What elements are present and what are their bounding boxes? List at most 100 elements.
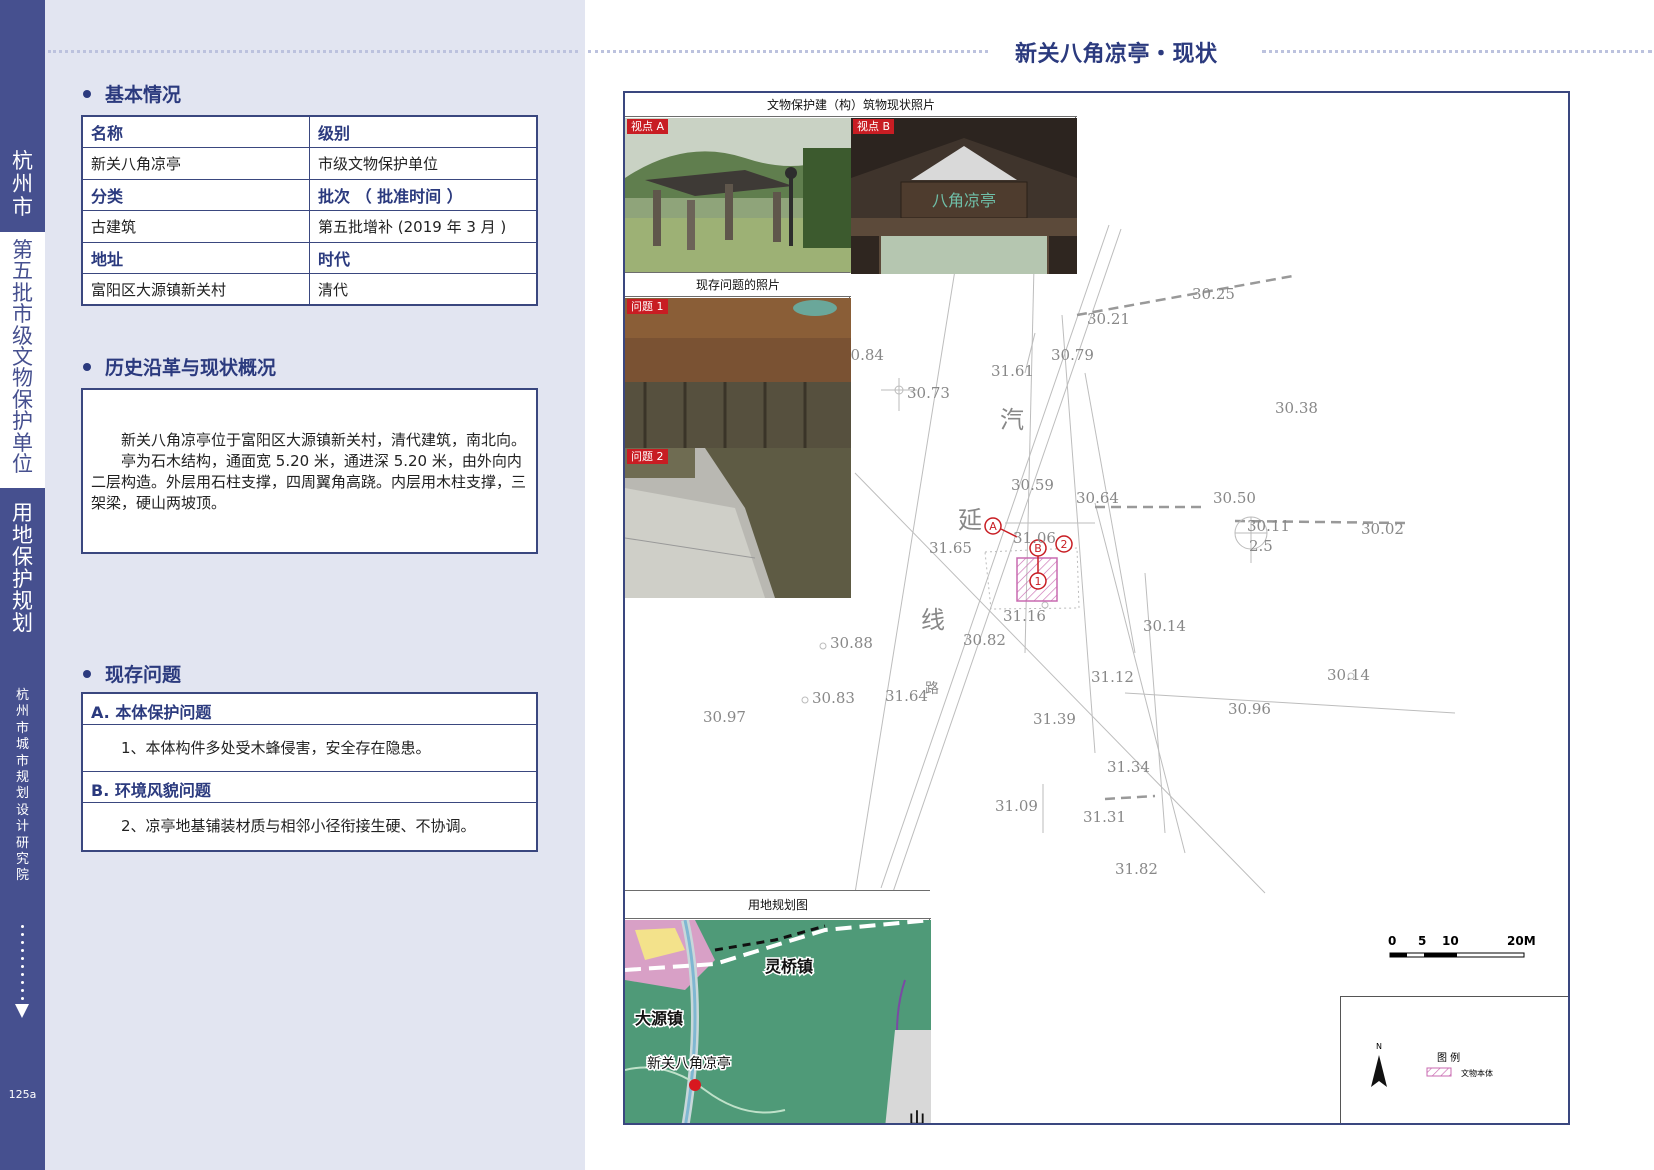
section-history-title: 历史沿革与现状概况 [105,357,277,379]
tag-view-a: 视点 A [627,119,669,134]
strip-category: 第五批市级文物保护单位 [0,232,45,488]
page-number: 125a [8,1088,37,1101]
info-row: 地址 时代 [81,241,538,274]
issue-b-title: B. 环境风貌问题 [83,772,536,803]
page-title: 新关八角凉亭・现状 [1015,42,1218,67]
north-arrow-icon [1371,1055,1387,1087]
elevation-label: 31.65 [929,539,972,557]
info-label: 分类 [81,178,310,211]
info-row: 分类 批次 （ 批准时间 ） [81,178,538,211]
elevation-label: 31.39 [1033,710,1076,728]
elevation-label: 31.12 [1091,668,1134,686]
status-photos-caption: 文物保护建（构）筑物现状照片 [625,93,1077,117]
photo-view-b: 八角凉亭 [851,118,1077,274]
scale-label-5: 5 [1418,934,1426,948]
down-arrow-icon [15,1004,29,1018]
legend-hatch-swatch [1426,1067,1452,1077]
info-label: 批次 （ 批准时间 ） [309,178,538,211]
landuse-site-label: 新关八角凉亭 [647,1055,731,1072]
scale-label-0: 0 [1388,934,1396,948]
strip-plan: 用地保护规划 [12,501,33,635]
scale-label-20: 20M [1507,934,1536,948]
legend-box: N 图 例 文物本体 [1340,996,1568,1123]
marker-1: 1 [1035,575,1042,588]
landuse-corner-label: 山 [909,1109,925,1125]
landuse-town-2: 大源镇 [635,1009,683,1028]
elevation-label: 30.14 [1327,666,1370,684]
elevation-label: 30.25 [1192,285,1235,303]
marker-2: 2 [1061,538,1068,551]
elevation-label: 31.82 [1115,860,1158,878]
info-value: 清代 [309,273,538,306]
road-char-2: 延 [958,506,982,534]
divider-dots [48,50,578,53]
elevation-label: 2.5 [1249,537,1273,555]
photo-problem-2 [625,448,851,598]
elevation-label: 30.64 [1076,489,1119,507]
bullet-icon [83,89,91,98]
info-value: 第五批增补 (2019 年 3 月 ) [309,210,538,243]
north-label: N [1376,1042,1382,1051]
road-char-1: 汽 [1000,406,1024,434]
info-label: 级别 [309,115,538,148]
divider-dots [1262,50,1652,53]
road-char-3: 线 [921,606,945,634]
section-issues: 现存问题 [83,660,181,687]
tag-view-b: 视点 B [853,119,895,134]
status-photos-box: 文物保护建（构）筑物现状照片 视点 A 八角凉亭 视点 B [625,93,1077,274]
landuse-map: 灵桥镇 大源镇 新关八角凉亭 山 [625,920,931,1125]
elevation-label: 30.88 [830,634,873,652]
divider-dots [588,50,988,53]
problem-photos-box: 现存问题的照片 问题 1 问题 2 [625,272,851,598]
elevation-label: 30.38 [1275,399,1318,417]
info-value: 富阳区大源镇新关村 [81,273,310,306]
info-row: 新关八角凉亭 市级文物保护单位 [81,147,538,180]
elevation-label: 31.16 [1003,607,1046,625]
map-dashed-lines [1076,274,1406,801]
issue-a-text: 1、本体构件多处受木蜂侵害，安全存在隐患。 [83,725,536,772]
survey-map-frame: A B 1 2 汽 延 线 路 30.8230.2530.2130.8431.6… [623,91,1570,1125]
history-box: 新关八角凉亭位于富阳区大源镇新关村，清代建筑，南北向。 亭为石木结构，通面宽 5… [81,388,538,554]
photo-problem-1 [625,298,851,448]
info-row: 富阳区大源镇新关村 清代 [81,273,538,306]
info-value: 古建筑 [81,210,310,243]
scale-bar [1389,952,1525,958]
landuse-box: 用地规划图 灵桥镇 大源镇 新关八角凉亭 山 [625,890,931,1125]
history-para-1: 新关八角凉亭位于富阳区大源镇新关村，清代建筑，南北向。 [121,431,527,449]
section-issues-title: 现存问题 [105,664,182,686]
section-basic: 基本情况 [83,80,181,107]
strip-dots [21,925,25,1005]
landuse-caption: 用地规划图 [625,891,931,919]
tag-problem-1: 问题 1 [627,299,668,314]
elevation-label: 30.83 [812,689,855,707]
tag-problem-2: 问题 2 [627,449,668,464]
marker-a: A [989,520,997,533]
info-row: 古建筑 第五批增补 (2019 年 3 月 ) [81,210,538,243]
section-basic-title: 基本情况 [105,84,182,106]
elevation-label: 31.34 [1107,758,1150,776]
info-table: 名称 级别 新关八角凉亭 市级文物保护单位 分类 批次 （ 批准时间 ）古建筑 第五批增补 … [81,115,538,306]
legend-svg: N 图 例 文物本体 [1371,1042,1493,1087]
elevation-label: 30.97 [703,708,746,726]
elevation-label: 30.79 [1051,346,1094,364]
elevation-label: 30.14 [1143,617,1186,635]
elevation-label: 30.59 [1011,476,1054,494]
map-symbols [801,378,1355,833]
photo-view-a [625,118,851,274]
elevation-label: 31.09 [995,797,1038,815]
section-history: 历史沿革与现状概况 [83,353,276,380]
issue-b-text: 2、凉亭地基铺装材质与相邻小径衔接生硬、不协调。 [121,817,476,835]
strip-city: 杭州市 [12,149,33,219]
elevation-label: 30.21 [1087,310,1130,328]
side-strip: 杭州市 第五批市级文物保护单位 用地保护规划 杭州市城市规划设计研究院 125a [0,0,45,1170]
info-label: 地址 [81,241,310,274]
info-value: 市级文物保护单位 [309,147,538,180]
info-label: 名称 [81,115,310,148]
elevation-label: 30.96 [1228,700,1271,718]
landuse-town-1: 灵桥镇 [765,957,813,976]
elevation-label: 31.64 [885,687,928,705]
legend-title: 图 例 [1437,1051,1460,1064]
info-label: 时代 [309,241,538,274]
bullet-icon [83,669,91,678]
elevation-label: 30.02 [1361,520,1404,538]
